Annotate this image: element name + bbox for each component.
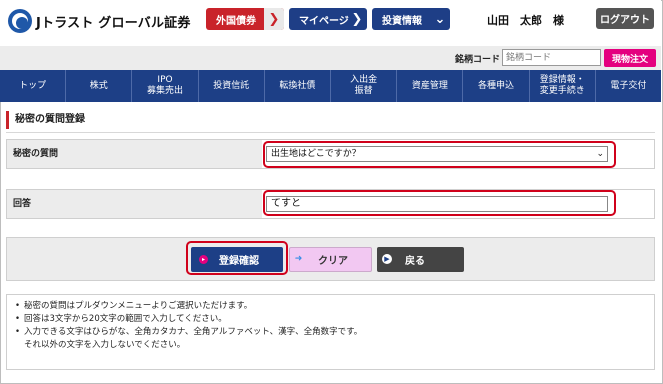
- stock-code-input[interactable]: [502, 49, 601, 66]
- notes-box: • 秘密の質問はプルダウンメニューよりご選択いただけます。 • 回答は3文字から20…: [6, 294, 655, 370]
- foreign-bonds-label: 外国債券: [216, 15, 256, 27]
- divider: [6, 132, 655, 133]
- note-item: • 入力できる文字はひらがな、全角カタカナ、全角アルファベット、漢字、全角数字です…: [15, 326, 646, 339]
- bullet-icon: •: [15, 314, 21, 324]
- note-item: • 回答は3文字から20文字の範囲で入力してください。: [15, 313, 646, 326]
- note-text: 回答は3文字から20文字の範囲で入力してください。: [24, 314, 227, 324]
- nav-item-applications[interactable]: 各種申込: [463, 70, 530, 102]
- question-label: 秘密の質問: [7, 140, 262, 168]
- nav-item-ipo[interactable]: IPO 募集売出: [132, 70, 199, 102]
- nav-item-registration-info[interactable]: 登録情報・ 変更手続き: [530, 70, 596, 102]
- chevron-down-icon: ⌄: [434, 11, 446, 27]
- spot-order-button[interactable]: 現物注文: [604, 49, 656, 67]
- chevron-right-icon: ❯: [264, 8, 284, 30]
- nav-item-top[interactable]: トップ: [0, 70, 67, 102]
- chevron-right-icon: ❯: [351, 11, 363, 27]
- back-button[interactable]: ▶ 戻る: [377, 247, 464, 272]
- user-name: 山田 太郎 様: [487, 14, 564, 27]
- bullet-icon: •: [15, 327, 21, 337]
- logout-button[interactable]: ログアウト: [596, 8, 654, 29]
- highlight-answer: [263, 190, 616, 216]
- clear-label: クリア: [318, 256, 348, 267]
- note-text: それ以外の文字を入力しないでください。: [24, 340, 186, 350]
- investment-info-button[interactable]: 投資情報 ⌄: [372, 8, 450, 30]
- highlight-confirm: [186, 241, 288, 275]
- note-item: それ以外の文字を入力しないでください。: [15, 339, 646, 352]
- logo-text: Jトラスト グローバル証券: [36, 15, 191, 31]
- stock-search-bar: 銘柄コード 現物注文: [0, 46, 661, 70]
- nav-item-deposit-withdrawal[interactable]: 入出金 振替: [331, 70, 398, 102]
- nav-item-stocks[interactable]: 株式: [66, 70, 133, 102]
- site-header: Jトラスト グローバル証券 外国債券 ❯ マイページ ❯ 投資情報 ⌄ 山田 太…: [0, 0, 661, 46]
- nav-item-asset-management[interactable]: 資産管理: [397, 70, 464, 102]
- mypage-label: マイページ: [299, 15, 349, 27]
- logo-mark-icon: [8, 9, 32, 33]
- stock-code-label: 銘柄コード: [455, 55, 501, 65]
- note-item: • 秘密の質問はプルダウンメニューよりご選択いただけます。: [15, 300, 646, 313]
- foreign-bonds-button[interactable]: 外国債券 ❯: [206, 8, 284, 30]
- clear-button[interactable]: ➜ クリア: [289, 247, 372, 272]
- investment-info-label: 投資情報: [382, 15, 422, 27]
- nav-item-convertible-bonds[interactable]: 転換社債: [265, 70, 332, 102]
- answer-label: 回答: [7, 190, 262, 218]
- bullet-icon: •: [15, 301, 21, 311]
- nav-item-electronic-delivery[interactable]: 電子交付: [596, 70, 661, 102]
- back-label: 戻る: [405, 256, 425, 267]
- arrow-right-icon: ▶: [382, 254, 392, 264]
- arrow-right-icon: ➜: [294, 253, 303, 264]
- note-text: 秘密の質問はプルダウンメニューよりご選択いただけます。: [24, 301, 253, 311]
- main-nav: トップ 株式 IPO 募集売出 投資信託 転換社債 入出金 振替 資産管理 各種…: [0, 70, 661, 102]
- nav-item-funds[interactable]: 投資信託: [199, 70, 265, 102]
- page-title: 秘密の質問登録: [6, 111, 655, 129]
- note-text: 入力できる文字はひらがな、全角カタカナ、全角アルファベット、漢字、全角数字です。: [24, 327, 363, 337]
- highlight-question: [263, 141, 616, 168]
- mypage-button[interactable]: マイページ ❯: [289, 8, 367, 30]
- logo[interactable]: Jトラスト グローバル証券: [8, 8, 191, 34]
